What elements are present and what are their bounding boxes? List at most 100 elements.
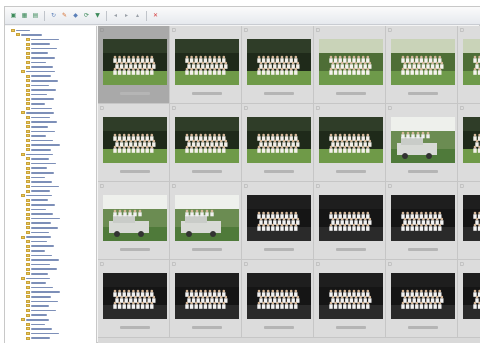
nav-back-button[interactable]: ◂	[111, 11, 120, 20]
grid-button[interactable]: ▦	[20, 11, 29, 20]
tree-item-label	[31, 231, 49, 234]
thumbnail-cell[interactable]: □	[98, 104, 170, 182]
toolbar-separator	[106, 10, 107, 21]
select-checkbox-icon[interactable]: □	[460, 184, 464, 188]
view-button[interactable]: ▣	[9, 11, 18, 20]
nav-up-button[interactable]: ▴	[133, 11, 142, 20]
tree-item-label	[31, 158, 49, 160]
thumbnail-cell[interactable]: □	[170, 26, 242, 104]
photo-thumbnail[interactable]	[103, 39, 167, 85]
photo-thumbnail[interactable]	[247, 195, 311, 241]
select-checkbox-icon[interactable]: □	[172, 262, 176, 266]
folder-icon	[26, 203, 30, 207]
select-checkbox-icon[interactable]: □	[388, 28, 392, 32]
thumbnail-cell[interactable]: □	[242, 260, 314, 338]
thumbnail-cell[interactable]: □	[170, 260, 242, 338]
photo-thumbnail[interactable]	[319, 39, 383, 85]
photo-thumbnail[interactable]	[463, 117, 480, 163]
thumbnail-cell[interactable]: □	[386, 104, 458, 182]
photo-thumbnail[interactable]	[391, 39, 455, 85]
thumbnail-caption	[408, 326, 438, 329]
folder-icon	[26, 240, 30, 244]
select-checkbox-icon[interactable]: □	[244, 106, 248, 110]
thumbnail-cell[interactable]: □	[314, 26, 386, 104]
filter-icon: ▼	[95, 11, 100, 19]
tree-item[interactable]	[5, 336, 96, 341]
select-checkbox-icon[interactable]: □	[388, 106, 392, 110]
photo-thumbnail[interactable]	[103, 195, 167, 241]
select-checkbox-icon[interactable]: □	[100, 28, 104, 32]
nav-forward-button[interactable]: ▸	[122, 11, 131, 20]
thumbnail-cell[interactable]: □	[386, 182, 458, 260]
select-checkbox-icon[interactable]: □	[316, 262, 320, 266]
thumbnail-cell[interactable]: □	[242, 104, 314, 182]
select-checkbox-icon[interactable]: □	[244, 184, 248, 188]
list-button[interactable]: ▤	[31, 11, 40, 20]
photo-thumbnail[interactable]	[175, 39, 239, 85]
select-checkbox-icon[interactable]: □	[244, 28, 248, 32]
photo-thumbnail[interactable]	[319, 195, 383, 241]
thumbnail-cell[interactable]: □	[242, 182, 314, 260]
select-checkbox-icon[interactable]: □	[460, 262, 464, 266]
select-checkbox-icon[interactable]: □	[460, 106, 464, 110]
tree-item-label	[31, 268, 57, 270]
thumbnail-cell[interactable]: □	[98, 182, 170, 260]
photo-thumbnail[interactable]	[391, 195, 455, 241]
photo-thumbnail[interactable]	[319, 273, 383, 319]
photo-thumbnail[interactable]	[463, 195, 480, 241]
photo-thumbnail[interactable]	[319, 117, 383, 163]
select-checkbox-icon[interactable]: □	[172, 184, 176, 188]
thumbnail-cell[interactable]: □	[386, 260, 458, 338]
photo-thumbnail[interactable]	[391, 117, 455, 163]
refresh-button[interactable]: ⟳	[82, 11, 91, 20]
photo-thumbnail[interactable]	[247, 39, 311, 85]
photo-thumbnail[interactable]	[175, 195, 239, 241]
select-checkbox-icon[interactable]: □	[388, 262, 392, 266]
select-checkbox-icon[interactable]: □	[100, 184, 104, 188]
select-checkbox-icon[interactable]: □	[316, 106, 320, 110]
select-checkbox-icon[interactable]: □	[316, 28, 320, 32]
select-checkbox-icon[interactable]: □	[100, 106, 104, 110]
select-checkbox-icon[interactable]: □	[100, 262, 104, 266]
photo-thumbnail[interactable]	[247, 117, 311, 163]
folder-icon	[26, 198, 30, 202]
delete-button[interactable]: ✕	[151, 11, 160, 20]
folder-icon	[26, 74, 30, 78]
thumbnail-cell[interactable]: □	[314, 104, 386, 182]
photo-thumbnail[interactable]	[175, 273, 239, 319]
select-checkbox-icon[interactable]: □	[244, 262, 248, 266]
filter-button[interactable]: ▼	[93, 11, 102, 20]
thumbnail-cell[interactable]: □	[98, 26, 170, 104]
tag-button[interactable]: ◆	[71, 11, 80, 20]
tree-item-label	[31, 130, 55, 133]
select-checkbox-icon[interactable]: □	[172, 28, 176, 32]
rotate-button[interactable]: ↻	[49, 11, 58, 20]
thumbnail-cell[interactable]: □	[458, 104, 480, 182]
tree-item-label	[31, 337, 50, 339]
photo-thumbnail[interactable]	[103, 117, 167, 163]
photo-thumbnail[interactable]	[247, 273, 311, 319]
photo-thumbnail[interactable]	[103, 273, 167, 319]
toolbar-separator	[44, 10, 45, 21]
edit-button[interactable]: ✎	[60, 11, 69, 20]
thumbnail-cell[interactable]: □	[314, 182, 386, 260]
select-checkbox-icon[interactable]: □	[460, 28, 464, 32]
tree-item-label	[31, 328, 52, 330]
photo-thumbnail[interactable]	[391, 273, 455, 319]
thumbnail-cell[interactable]: □	[314, 260, 386, 338]
thumbnail-cell[interactable]: □	[98, 260, 170, 338]
thumbnail-cell[interactable]: □	[170, 104, 242, 182]
thumbnail-cell[interactable]: □	[458, 26, 480, 104]
photo-thumbnail[interactable]	[175, 117, 239, 163]
photo-thumbnail[interactable]	[463, 273, 480, 319]
select-checkbox-icon[interactable]: □	[388, 184, 392, 188]
thumbnail-cell[interactable]: □	[170, 182, 242, 260]
thumbnail-cell[interactable]: □	[242, 26, 314, 104]
thumbnail-caption	[192, 170, 222, 173]
thumbnail-cell[interactable]: □	[458, 260, 480, 338]
thumbnail-cell[interactable]: □	[458, 182, 480, 260]
select-checkbox-icon[interactable]: □	[172, 106, 176, 110]
thumbnail-cell[interactable]: □	[386, 26, 458, 104]
photo-thumbnail[interactable]	[463, 39, 480, 85]
select-checkbox-icon[interactable]: □	[316, 184, 320, 188]
